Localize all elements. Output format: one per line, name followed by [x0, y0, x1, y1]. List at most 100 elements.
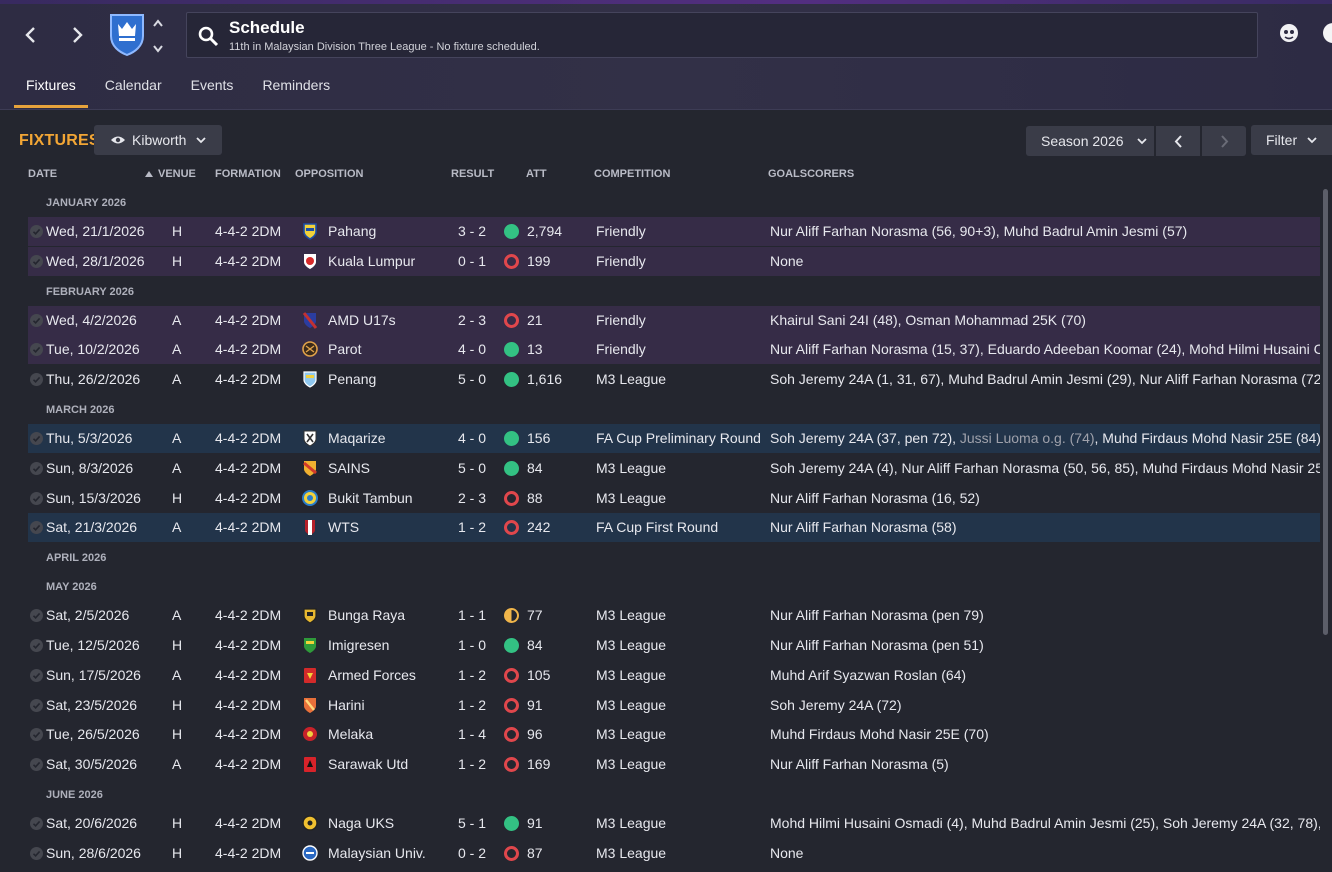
- match-goalscorers[interactable]: Soh Jeremy 24A (4), Nur Aliff Farhan Nor…: [770, 460, 1320, 476]
- opposition-name[interactable]: AMD U17s: [328, 312, 396, 328]
- match-competition[interactable]: M3 League: [596, 371, 666, 387]
- table-row[interactable]: Wed, 4/2/2026 A 4-4-2 2DM AMD U17s 2 - 3 21 Fr…: [28, 305, 1320, 335]
- match-competition[interactable]: Friendly: [596, 341, 646, 357]
- match-result[interactable]: 1 - 4: [458, 726, 486, 742]
- season-selector[interactable]: Season 2026: [1026, 126, 1154, 156]
- match-result[interactable]: 1 - 2: [458, 667, 486, 683]
- next-season-button[interactable]: [1202, 126, 1246, 156]
- manager-avatar-icon[interactable]: [1278, 22, 1300, 44]
- match-competition[interactable]: M3 League: [596, 756, 666, 772]
- table-row[interactable]: Tue, 26/5/2026 H 4-4-2 2DM Melaka 1 - 4 96 M3 …: [28, 720, 1320, 749]
- club-badge-icon[interactable]: [302, 252, 318, 270]
- match-competition[interactable]: FA Cup Preliminary Round: [596, 430, 761, 446]
- match-competition[interactable]: M3 League: [596, 845, 666, 861]
- opposition-name[interactable]: Penang: [328, 371, 376, 387]
- continue-icon[interactable]: [1322, 22, 1332, 44]
- chevron-up-icon[interactable]: [152, 18, 164, 28]
- table-row[interactable]: Thu, 26/2/2026 A 4-4-2 2DM Penang 5 - 0 1,616…: [28, 365, 1320, 394]
- opposition-name[interactable]: Melaka: [328, 726, 373, 742]
- match-competition[interactable]: Friendly: [596, 253, 646, 269]
- match-goalscorers[interactable]: Khairul Sani 24I (48), Osman Mohammad 25…: [770, 312, 1086, 328]
- tab-fixtures[interactable]: Fixtures: [14, 70, 88, 108]
- opposition-name[interactable]: Sarawak Utd: [328, 756, 408, 772]
- table-row[interactable]: Wed, 28/1/2026 H 4-4-2 2DM Kuala Lumpur 0 - …: [28, 246, 1320, 276]
- match-result[interactable]: 1 - 0: [458, 637, 486, 653]
- match-competition[interactable]: M3 League: [596, 726, 666, 742]
- match-result[interactable]: 2 - 3: [458, 312, 486, 328]
- club-badge-icon[interactable]: [302, 518, 318, 536]
- table-row[interactable]: Sun, 8/3/2026 A 4-4-2 2DM SAINS 5 - 0 84 M3 Le…: [28, 454, 1320, 483]
- match-competition[interactable]: M3 League: [596, 637, 666, 653]
- match-result[interactable]: 1 - 2: [458, 697, 486, 713]
- match-goalscorers[interactable]: None: [770, 845, 803, 861]
- club-badge-icon[interactable]: [302, 340, 318, 358]
- view-selector[interactable]: Kibworth: [94, 125, 222, 155]
- match-competition[interactable]: FA Cup First Round: [596, 519, 718, 535]
- table-row[interactable]: Tue, 12/5/2026 H 4-4-2 2DM Imigresen 1 - 0 84…: [28, 631, 1320, 660]
- table-row[interactable]: Sun, 17/5/2026 A 4-4-2 2DM Armed Forces 1 - …: [28, 661, 1320, 690]
- column-venue[interactable]: VENUE: [158, 168, 196, 180]
- match-goalscorers[interactable]: Soh Jeremy 24A (1, 31, 67), Muhd Badrul …: [770, 371, 1320, 387]
- match-competition[interactable]: M3 League: [596, 460, 666, 476]
- match-result[interactable]: 1 - 1: [458, 607, 486, 623]
- club-badge-icon[interactable]: [302, 606, 318, 624]
- club-badge-icon[interactable]: [302, 636, 318, 654]
- match-competition[interactable]: M3 League: [596, 607, 666, 623]
- opposition-name[interactable]: Bunga Raya: [328, 607, 405, 623]
- tab-calendar[interactable]: Calendar: [93, 70, 174, 108]
- match-competition[interactable]: M3 League: [596, 667, 666, 683]
- match-competition[interactable]: M3 League: [596, 815, 666, 831]
- match-result[interactable]: 1 - 2: [458, 756, 486, 772]
- match-goalscorers[interactable]: Nur Aliff Farhan Norasma (5): [770, 756, 949, 772]
- match-result[interactable]: 2 - 3: [458, 490, 486, 506]
- match-result[interactable]: 4 - 0: [458, 430, 486, 446]
- tab-events[interactable]: Events: [179, 70, 246, 108]
- opposition-name[interactable]: Maqarize: [328, 430, 386, 446]
- match-competition[interactable]: Friendly: [596, 223, 646, 239]
- column-date[interactable]: DATE: [28, 168, 57, 180]
- club-badge-icon[interactable]: [302, 459, 318, 477]
- back-button[interactable]: [16, 20, 46, 50]
- table-row[interactable]: Wed, 21/1/2026 H 4-4-2 2DM Pahang 3 - 2 2,794…: [28, 217, 1320, 246]
- table-row[interactable]: Sat, 21/3/2026 A 4-4-2 2DM WTS 1 - 2 242 FA Cu…: [28, 513, 1320, 543]
- match-goalscorers[interactable]: Nur Aliff Farhan Norasma (58): [770, 519, 956, 535]
- match-result[interactable]: 0 - 2: [458, 845, 486, 861]
- match-goalscorers[interactable]: Muhd Arif Syazwan Roslan (64): [770, 667, 966, 683]
- opposition-name[interactable]: Pahang: [328, 223, 376, 239]
- table-row[interactable]: Sat, 30/5/2026 A 4-4-2 2DM Sarawak Utd 1 - 2…: [28, 750, 1320, 779]
- match-goalscorers[interactable]: Soh Jeremy 24A (72): [770, 697, 902, 713]
- club-badge-icon[interactable]: [302, 429, 318, 447]
- scrollbar[interactable]: [1323, 189, 1328, 635]
- match-competition[interactable]: M3 League: [596, 697, 666, 713]
- match-goalscorers[interactable]: Soh Jeremy 24A (37, pen 72), Jussi Luoma…: [770, 430, 1320, 446]
- table-row[interactable]: Tue, 10/2/2026 A 4-4-2 2DM Parot 4 - 0 13 Frie…: [28, 335, 1320, 365]
- table-row[interactable]: Sun, 15/3/2026 H 4-4-2 2DM Bukit Tambun 2 - …: [28, 484, 1320, 513]
- club-badge-icon[interactable]: [302, 370, 318, 388]
- column-formation[interactable]: FORMATION: [215, 168, 281, 180]
- opposition-name[interactable]: Parot: [328, 341, 361, 357]
- opposition-name[interactable]: Imigresen: [328, 637, 389, 653]
- tab-reminders[interactable]: Reminders: [250, 70, 342, 108]
- opposition-name[interactable]: Armed Forces: [328, 667, 416, 683]
- club-badge-icon[interactable]: [302, 814, 318, 832]
- previous-season-button[interactable]: [1156, 126, 1200, 156]
- filter-button[interactable]: Filter: [1251, 125, 1332, 155]
- match-result[interactable]: 5 - 0: [458, 371, 486, 387]
- search-box[interactable]: Schedule 11th in Malaysian Division Thre…: [186, 12, 1258, 58]
- club-badge-icon[interactable]: [302, 725, 318, 743]
- match-competition[interactable]: M3 League: [596, 490, 666, 506]
- table-row[interactable]: Sun, 28/6/2026 H 4-4-2 2DM Malaysian Univ. 0…: [28, 839, 1320, 868]
- opposition-name[interactable]: Naga UKS: [328, 815, 394, 831]
- club-badge-icon[interactable]: [302, 755, 318, 773]
- opposition-name[interactable]: Bukit Tambun: [328, 490, 413, 506]
- match-goalscorers[interactable]: Nur Aliff Farhan Norasma (pen 79): [770, 607, 984, 623]
- club-badge-icon[interactable]: [302, 696, 318, 714]
- club-crest-icon[interactable]: [108, 12, 146, 56]
- match-goalscorers[interactable]: Muhd Firdaus Mohd Nasir 25E (70): [770, 726, 989, 742]
- club-badge-icon[interactable]: [302, 844, 318, 862]
- table-row[interactable]: Sat, 23/5/2026 H 4-4-2 2DM Harini 1 - 2 91 M3 …: [28, 691, 1320, 720]
- match-result[interactable]: 1 - 2: [458, 519, 486, 535]
- column-att[interactable]: ATT: [526, 168, 547, 180]
- match-result[interactable]: 5 - 0: [458, 460, 486, 476]
- opposition-name[interactable]: SAINS: [328, 460, 370, 476]
